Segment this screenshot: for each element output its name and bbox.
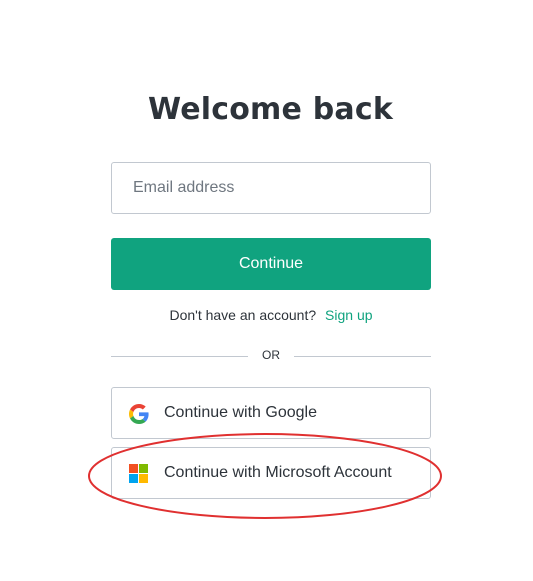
page-title: Welcome back xyxy=(148,92,393,127)
login-page: Welcome back Continue Don't have an acco… xyxy=(0,0,533,581)
microsoft-icon-yellow xyxy=(139,474,148,483)
signup-prompt-row: Don't have an account? Sign up xyxy=(111,307,431,323)
signup-link[interactable]: Sign up xyxy=(325,307,372,323)
divider-line-right xyxy=(294,356,431,357)
signup-prompt-text: Don't have an account? xyxy=(169,307,317,323)
microsoft-button-label: Continue with Microsoft Account xyxy=(164,464,392,481)
microsoft-icon-green xyxy=(139,464,148,473)
google-button-label: Continue with Google xyxy=(164,404,317,421)
email-input[interactable] xyxy=(111,162,431,214)
microsoft-icon xyxy=(129,464,149,484)
or-divider: OR xyxy=(111,346,431,366)
continue-button[interactable]: Continue xyxy=(111,238,431,290)
continue-with-google-button[interactable]: Continue with Google xyxy=(111,387,431,439)
google-icon xyxy=(129,404,149,424)
microsoft-icon-blue xyxy=(129,474,138,483)
divider-label: OR xyxy=(262,348,280,362)
microsoft-icon-red xyxy=(129,464,138,473)
continue-with-microsoft-button[interactable]: Continue with Microsoft Account xyxy=(111,447,431,499)
